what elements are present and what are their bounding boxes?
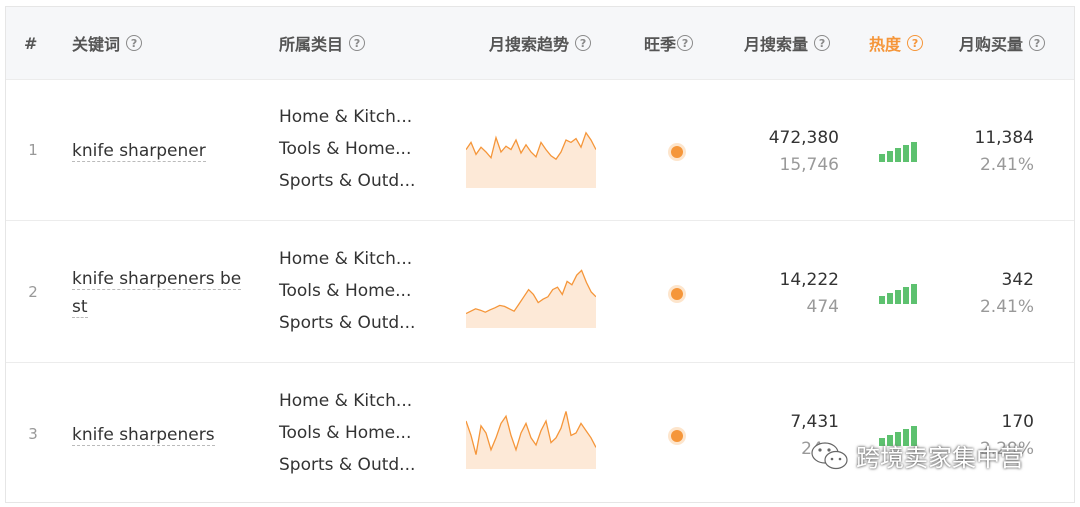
purchase-rate: 2.41% bbox=[979, 155, 1034, 175]
keyword-table: # 关键词? 所属类目? 月搜索趋势? 旺季? 月搜索量? 热度? 月购买量? … bbox=[5, 6, 1075, 503]
monthly-search-cell: 14,222 474 bbox=[780, 267, 839, 321]
heat-bar bbox=[895, 148, 901, 162]
search-volume: 472,380 bbox=[768, 128, 839, 148]
keyword-text[interactable]: knife sharpeners be st bbox=[72, 265, 262, 321]
heat-bars bbox=[879, 142, 919, 162]
category-item[interactable]: Home & Kitch... bbox=[279, 385, 439, 417]
heat-bar bbox=[895, 290, 901, 304]
purchase-rate: 2.41% bbox=[979, 297, 1034, 317]
category-item[interactable]: Tools & Home... bbox=[279, 275, 439, 307]
trend-sparkline[interactable] bbox=[466, 256, 596, 328]
row-index: 3 bbox=[28, 425, 38, 443]
purchase-volume: 170 bbox=[1001, 412, 1034, 432]
season-dot bbox=[671, 288, 683, 300]
row-index: 1 bbox=[28, 141, 38, 159]
category-item[interactable]: Sports & Outd... bbox=[279, 307, 439, 339]
search-volume-sub: 15,746 bbox=[779, 155, 839, 175]
help-icon[interactable]: ? bbox=[677, 35, 694, 51]
heat-bars bbox=[879, 284, 919, 304]
heat-bar bbox=[911, 284, 917, 304]
heat-bar bbox=[887, 293, 893, 304]
category-item[interactable]: Home & Kitch... bbox=[279, 243, 439, 275]
monthly-search-cell: 472,380 15,746 bbox=[769, 125, 839, 179]
help-icon[interactable]: ? bbox=[575, 35, 592, 51]
purchase-volume: 342 bbox=[1001, 270, 1034, 290]
category-item[interactable]: Sports & Outd... bbox=[279, 449, 439, 481]
search-volume: 14,222 bbox=[779, 270, 839, 290]
category-item[interactable]: Sports & Outd... bbox=[279, 165, 439, 197]
row-index: 2 bbox=[28, 283, 38, 301]
header-season: 旺季? bbox=[644, 7, 694, 79]
trend-area bbox=[466, 411, 596, 469]
season-dot bbox=[671, 146, 683, 158]
search-volume-sub: 474 bbox=[806, 297, 839, 317]
heat-bar bbox=[911, 142, 917, 162]
heat-bar bbox=[887, 151, 893, 162]
help-icon[interactable]: ? bbox=[349, 35, 366, 51]
help-icon[interactable]: ? bbox=[126, 35, 143, 51]
header-trend: 月搜索趋势? bbox=[489, 7, 592, 79]
table-row: 2 knife sharpeners be st Home & Kitch...… bbox=[6, 221, 1074, 363]
table-header: # 关键词? 所属类目? 月搜索趋势? 旺季? 月搜索量? 热度? 月购买量? bbox=[6, 7, 1074, 80]
header-category: 所属类目? bbox=[279, 7, 366, 79]
trend-area bbox=[466, 270, 596, 328]
category-item[interactable]: Home & Kitch... bbox=[279, 101, 439, 133]
header-index: # bbox=[24, 33, 38, 53]
monthly-purchase-cell: 342 2.41% bbox=[980, 267, 1034, 321]
trend-sparkline[interactable] bbox=[466, 116, 596, 188]
search-volume: 7,431 bbox=[790, 412, 839, 432]
watermark-text: 跨境卖家集中营 bbox=[856, 444, 1024, 472]
category-list: Home & Kitch... Tools & Home... Sports &… bbox=[279, 101, 439, 197]
header-monthly-search: 月搜索量? bbox=[744, 7, 831, 79]
help-icon[interactable]: ? bbox=[907, 35, 924, 51]
category-list: Home & Kitch... Tools & Home... Sports &… bbox=[279, 243, 439, 339]
table-row: 3 knife sharpeners Home & Kitch... Tools… bbox=[6, 363, 1074, 505]
category-item[interactable]: Tools & Home... bbox=[279, 133, 439, 165]
category-item[interactable]: Tools & Home... bbox=[279, 417, 439, 449]
table-row: 1 knife sharpener Home & Kitch... Tools … bbox=[6, 79, 1074, 221]
purchase-volume: 11,384 bbox=[974, 128, 1034, 148]
trend-area bbox=[466, 132, 596, 188]
wechat-icon bbox=[811, 441, 848, 469]
trend-sparkline[interactable] bbox=[466, 397, 596, 469]
monthly-purchase-cell: 11,384 2.41% bbox=[975, 125, 1034, 179]
heat-bar bbox=[903, 287, 909, 304]
header-keyword: 关键词? bbox=[72, 7, 143, 79]
category-list: Home & Kitch... Tools & Home... Sports &… bbox=[279, 385, 439, 481]
season-dot bbox=[671, 430, 683, 442]
wechat-watermark: 跨境卖家集中营 bbox=[810, 438, 1024, 473]
keyword-text[interactable]: knife sharpeners bbox=[72, 421, 262, 449]
heat-bar bbox=[879, 296, 885, 304]
help-icon[interactable]: ? bbox=[814, 35, 831, 51]
header-heat[interactable]: 热度? bbox=[869, 7, 924, 79]
heat-bar bbox=[879, 154, 885, 162]
help-icon[interactable]: ? bbox=[1029, 35, 1046, 51]
header-monthly-purchase: 月购买量? bbox=[959, 7, 1046, 79]
heat-bar bbox=[903, 145, 909, 162]
keyword-text[interactable]: knife sharpener bbox=[72, 137, 262, 165]
